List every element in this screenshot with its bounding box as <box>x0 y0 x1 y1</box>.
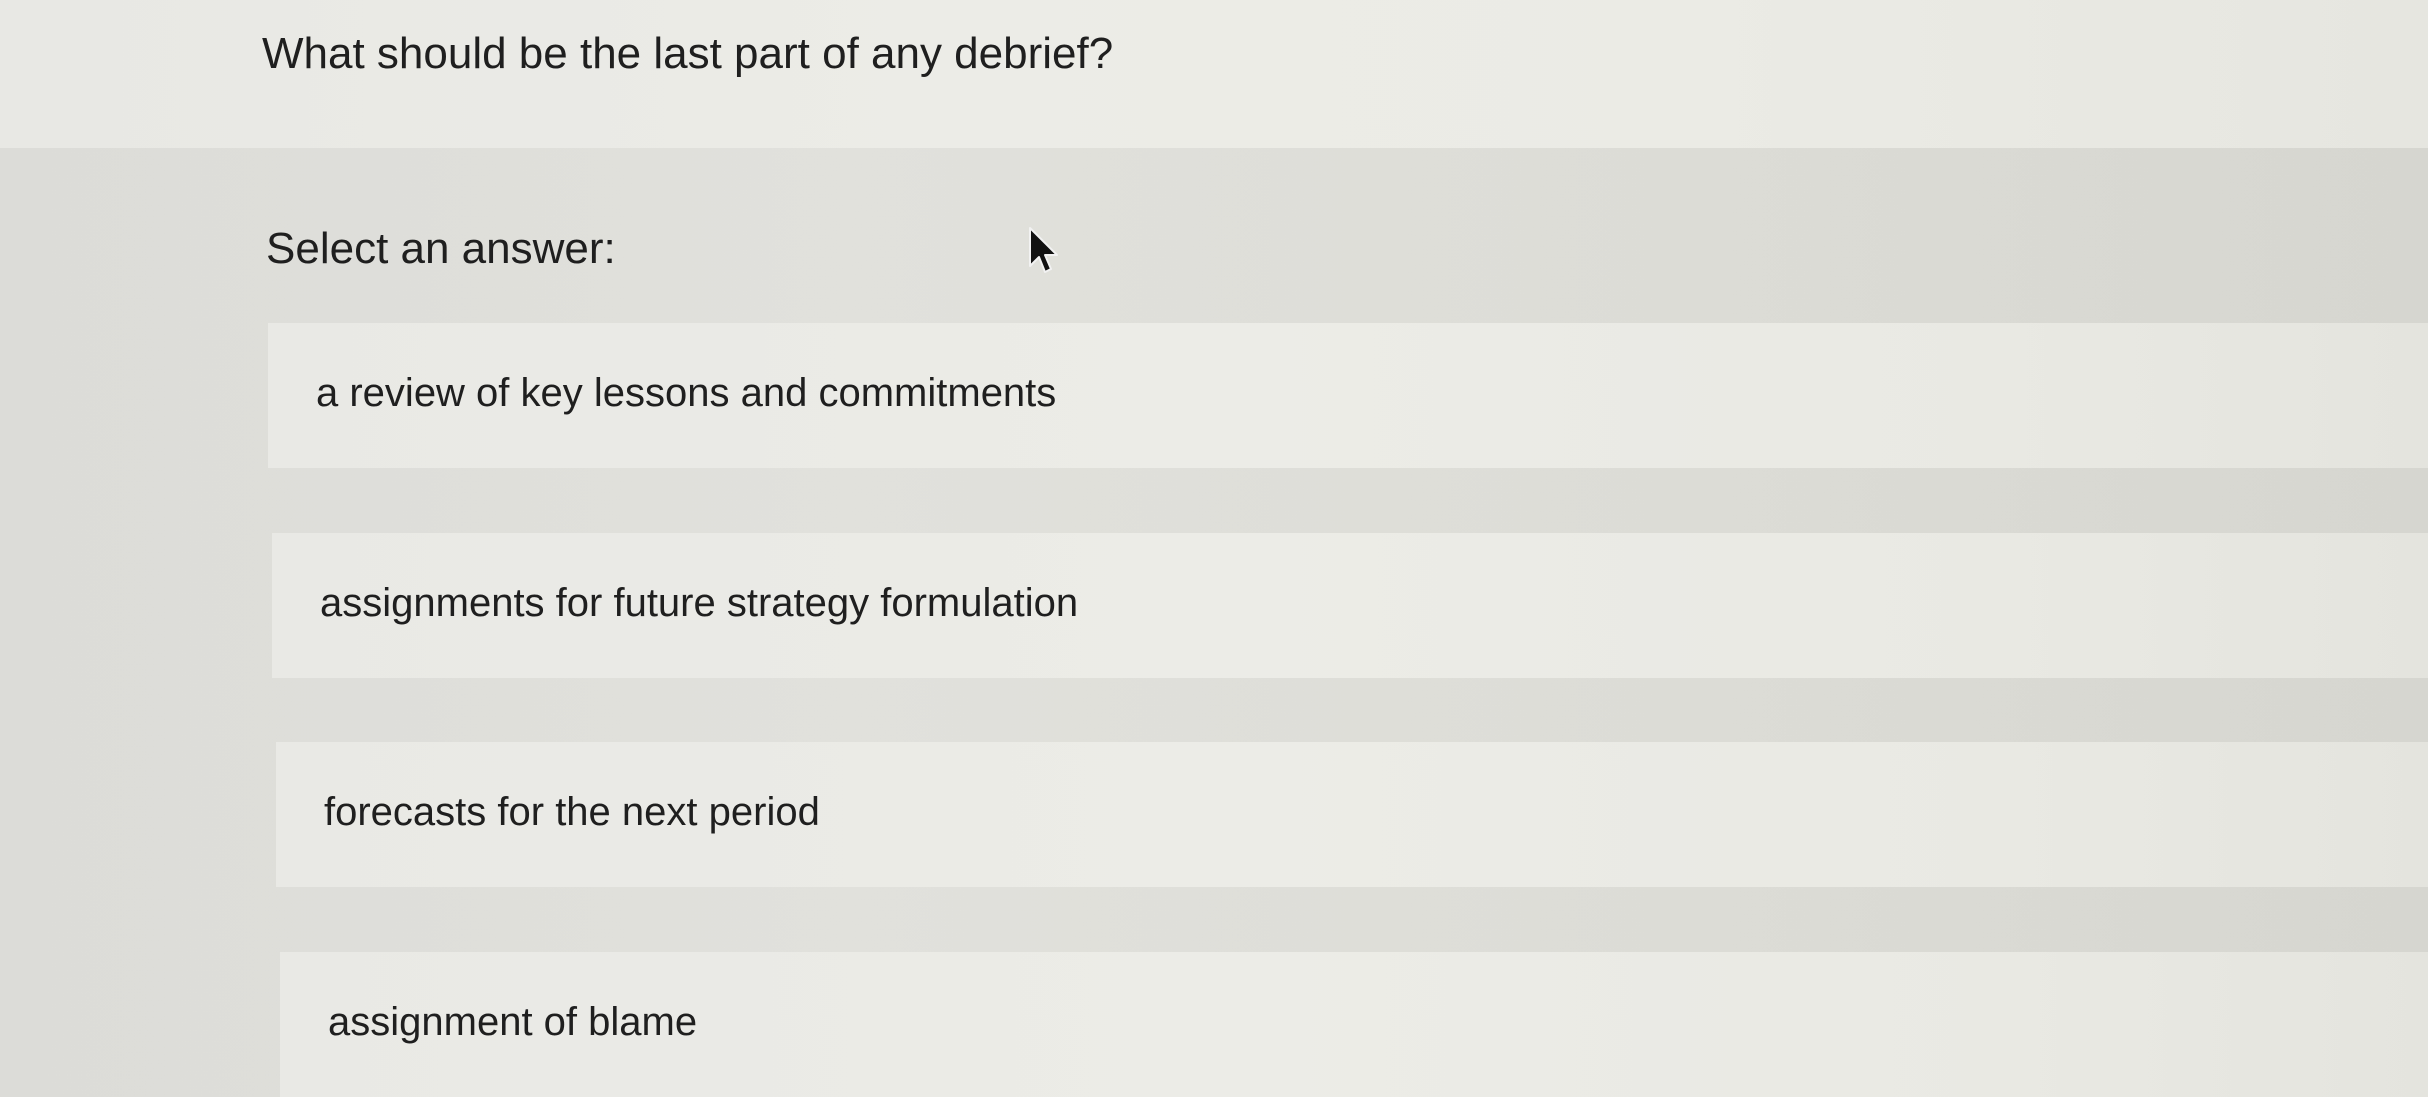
answer-option-label: a review of key lessons and commitments <box>316 371 1057 415</box>
select-answer-prompt: Select an answer: <box>266 224 616 273</box>
question-panel: What should be the last part of any debr… <box>0 0 2428 148</box>
answer-option-label: forecasts for the next period <box>324 790 820 834</box>
answer-option-3[interactable]: forecasts for the next period <box>276 742 2428 887</box>
answer-option-label: assignments for future strategy formulat… <box>320 581 1079 625</box>
answer-option-label: assignment of blame <box>328 1000 698 1044</box>
answer-option-1[interactable]: a review of key lessons and commitments <box>268 323 2428 468</box>
question-text: What should be the last part of any debr… <box>262 29 1114 78</box>
arrow-pointer-icon <box>1029 227 1058 273</box>
answer-option-4[interactable]: assignment of blame <box>280 952 2428 1097</box>
answer-option-2[interactable]: assignments for future strategy formulat… <box>272 533 2428 678</box>
